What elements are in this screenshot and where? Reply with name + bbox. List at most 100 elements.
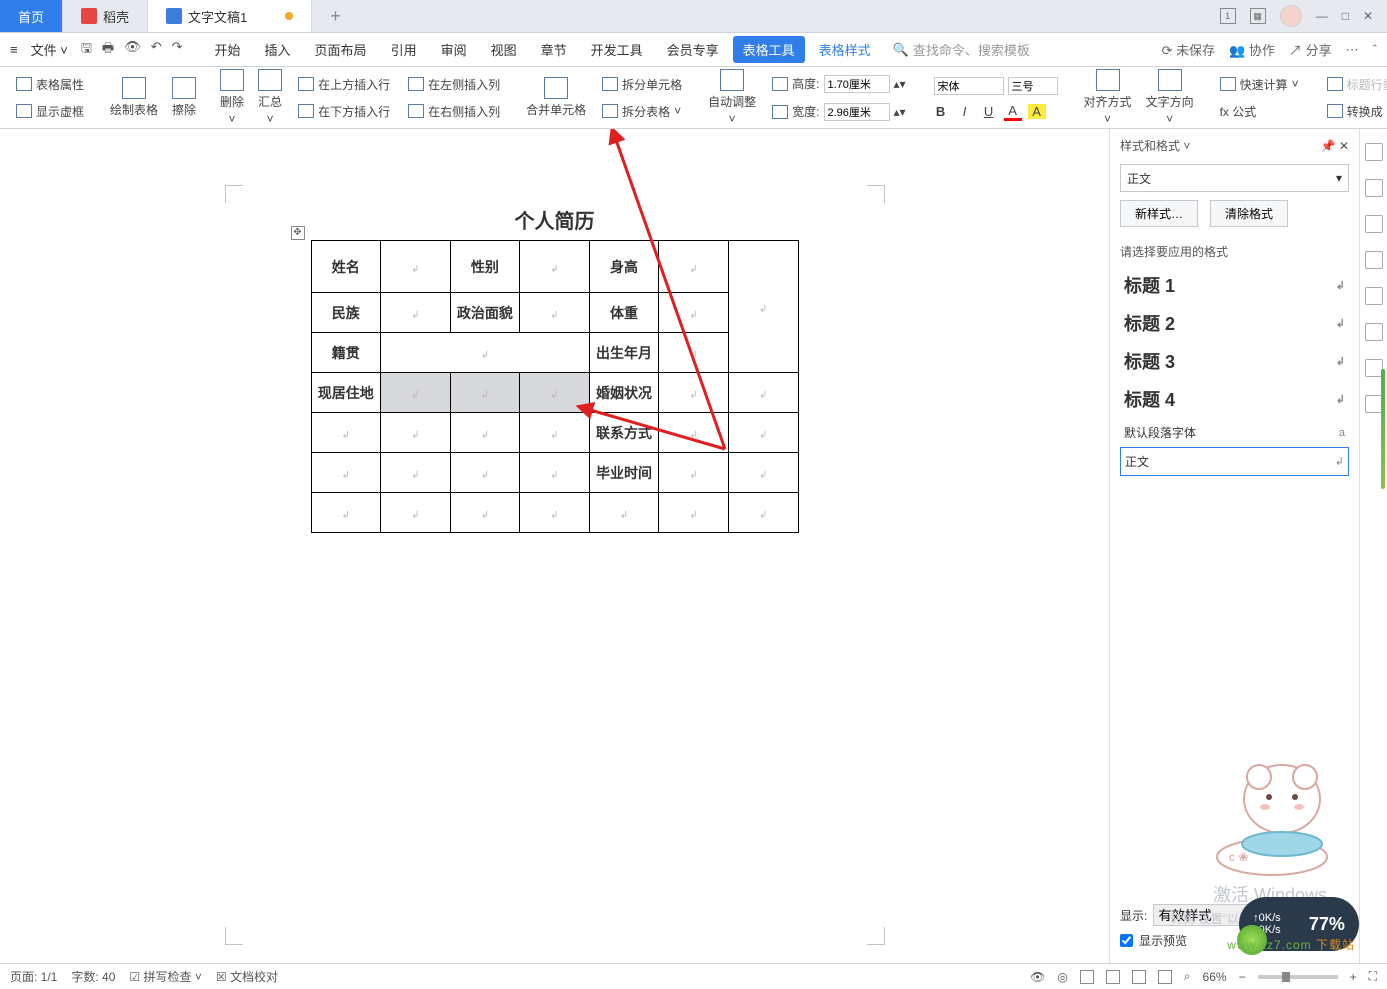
font-color-button[interactable]: A: [1004, 103, 1022, 121]
style-heading4[interactable]: 标题 4↲: [1120, 380, 1349, 418]
table-cell[interactable]: ↲: [311, 493, 381, 533]
menu-view[interactable]: 视图: [481, 34, 527, 65]
convert-button[interactable]: 转换成: [1325, 101, 1387, 122]
redo-icon[interactable]: ↷: [172, 39, 183, 61]
font-name-select[interactable]: [934, 77, 1004, 95]
share-button[interactable]: ↗ 分享: [1289, 40, 1332, 59]
table-cell[interactable]: ↲: [659, 333, 729, 373]
draw-table-button[interactable]: 绘制表格: [104, 77, 164, 118]
panel-close-icon[interactable]: ✕: [1339, 139, 1349, 153]
eye-icon[interactable]: 👁: [1030, 970, 1045, 984]
zoom-fit-icon[interactable]: ⌕: [1184, 969, 1191, 984]
height-input[interactable]: [824, 75, 890, 93]
table-cell[interactable]: ↲: [728, 241, 798, 373]
table-cell[interactable]: ↲: [659, 413, 729, 453]
quick-calc-button[interactable]: 快速计算˅: [1218, 74, 1301, 95]
table-cell-selected[interactable]: ↲: [381, 373, 451, 413]
resume-table[interactable]: 姓名 ↲ 性别 ↲ 身高 ↲ ↲ 民族 ↲ 政治面貌 ↲ 体重 ↲: [311, 240, 799, 533]
insert-row-below-button[interactable]: 在下方插入行: [296, 101, 392, 122]
table-cell[interactable]: ↲: [520, 293, 590, 333]
new-style-button[interactable]: 新样式…: [1120, 200, 1198, 227]
view-mode-3-icon[interactable]: [1132, 970, 1146, 984]
table-cell[interactable]: ↲: [450, 413, 520, 453]
split-table-button[interactable]: 拆分表格˅: [600, 101, 684, 122]
table-cell[interactable]: ↲: [520, 241, 590, 293]
table-move-handle-icon[interactable]: ✥: [291, 226, 305, 240]
command-search[interactable]: 🔍 查找命令、搜索模板: [893, 40, 1030, 59]
view-mode-2-icon[interactable]: [1106, 970, 1120, 984]
split-cell-button[interactable]: 拆分单元格: [600, 74, 684, 95]
table-cell[interactable]: ↲: [381, 453, 451, 493]
status-proofread[interactable]: ☒ 文档校对: [216, 968, 278, 985]
print-icon[interactable]: 🖶: [102, 39, 114, 61]
tab-home[interactable]: 首页: [0, 0, 63, 32]
table-cell[interactable]: 联系方式: [589, 413, 659, 453]
strip-image-icon[interactable]: [1365, 323, 1383, 341]
apps-grid-icon[interactable]: ▦: [1250, 8, 1266, 24]
bold-button[interactable]: B: [932, 104, 950, 119]
table-cell[interactable]: ↲: [381, 333, 590, 373]
strip-help-icon[interactable]: [1365, 287, 1383, 305]
table-cell[interactable]: 婚姻状况: [589, 373, 659, 413]
align-button[interactable]: 对齐方式˅: [1078, 69, 1138, 126]
table-cell[interactable]: ↲: [311, 413, 381, 453]
table-cell[interactable]: ↲: [659, 241, 729, 293]
table-cell-selected[interactable]: ↲: [450, 373, 520, 413]
unsaved-button[interactable]: ⟳ 未保存: [1162, 40, 1216, 59]
title-row-button[interactable]: 标题行重: [1325, 74, 1387, 95]
style-heading2[interactable]: 标题 2↲: [1120, 304, 1349, 342]
text-direction-button[interactable]: 文字方向˅: [1140, 69, 1200, 126]
erase-button[interactable]: 擦除: [166, 77, 202, 118]
target-icon[interactable]: ◎: [1057, 970, 1067, 984]
menu-table-tools[interactable]: 表格工具: [733, 36, 805, 63]
menu-start[interactable]: 开始: [205, 34, 251, 65]
status-page[interactable]: 页面: 1/1: [10, 968, 57, 985]
insert-col-right-button[interactable]: 在右侧插入列: [406, 101, 502, 122]
tab-docell[interactable]: 稻壳: [63, 0, 148, 32]
table-cell[interactable]: 政治面貌: [450, 293, 520, 333]
table-cell[interactable]: ↲: [659, 373, 729, 413]
menu-review[interactable]: 审阅: [431, 34, 477, 65]
window-maximize-icon[interactable]: □: [1342, 9, 1349, 23]
preview-checkbox[interactable]: [1120, 934, 1133, 947]
table-cell[interactable]: ↲: [381, 493, 451, 533]
table-cell[interactable]: ↲: [450, 493, 520, 533]
zoom-value[interactable]: 66%: [1203, 970, 1227, 984]
table-cell[interactable]: 毕业时间: [589, 453, 659, 493]
insert-col-left-button[interactable]: 在左侧插入列: [406, 74, 502, 95]
width-input[interactable]: [824, 103, 890, 121]
menu-member[interactable]: 会员专享: [657, 34, 729, 65]
strip-select-icon[interactable]: [1365, 215, 1383, 233]
table-cell[interactable]: ↲: [659, 453, 729, 493]
underline-button[interactable]: U: [980, 104, 998, 119]
table-cell[interactable]: 籍贯: [311, 333, 381, 373]
clear-format-button[interactable]: 清除格式: [1210, 200, 1288, 227]
italic-button[interactable]: I: [956, 104, 974, 119]
font-size-select[interactable]: [1008, 77, 1058, 95]
table-cell[interactable]: ↲: [311, 453, 381, 493]
strip-settings-icon[interactable]: [1365, 251, 1383, 269]
style-default-font[interactable]: 默认段落字体a: [1120, 418, 1349, 447]
menu-section[interactable]: 章节: [531, 34, 577, 65]
table-cell[interactable]: ↲: [520, 413, 590, 453]
table-cell-selected[interactable]: ↲: [520, 373, 590, 413]
save-icon[interactable]: 🖫: [81, 39, 92, 61]
table-cell[interactable]: 出生年月: [589, 333, 659, 373]
window-minimize-icon[interactable]: —: [1316, 9, 1328, 23]
mascot-icon[interactable]: ᴄ ❀: [1197, 749, 1347, 879]
current-style-select[interactable]: 正文▾: [1120, 164, 1349, 192]
style-body-selected[interactable]: 正文↲: [1120, 447, 1349, 476]
collapse-ribbon-icon[interactable]: ˆ: [1373, 42, 1377, 57]
table-cell[interactable]: ↲: [728, 413, 798, 453]
strip-more-icon[interactable]: [1365, 395, 1383, 413]
menu-layout[interactable]: 页面布局: [305, 34, 377, 65]
tab-add[interactable]: +: [312, 0, 359, 32]
table-cell[interactable]: ↲: [728, 493, 798, 533]
table-cell[interactable]: ↲: [381, 293, 451, 333]
pin-icon[interactable]: 📌: [1321, 139, 1336, 153]
scroll-indicator[interactable]: [1381, 369, 1385, 489]
table-cell[interactable]: ↲: [589, 493, 659, 533]
table-cell[interactable]: ↲: [381, 413, 451, 453]
table-attributes-button[interactable]: 表格属性: [14, 74, 86, 95]
document-workspace[interactable]: 个人简历 ✥ 姓名 ↲ 性别 ↲ 身高 ↲ ↲ 民族 ↲ 政治面貌 ↲: [0, 129, 1109, 963]
